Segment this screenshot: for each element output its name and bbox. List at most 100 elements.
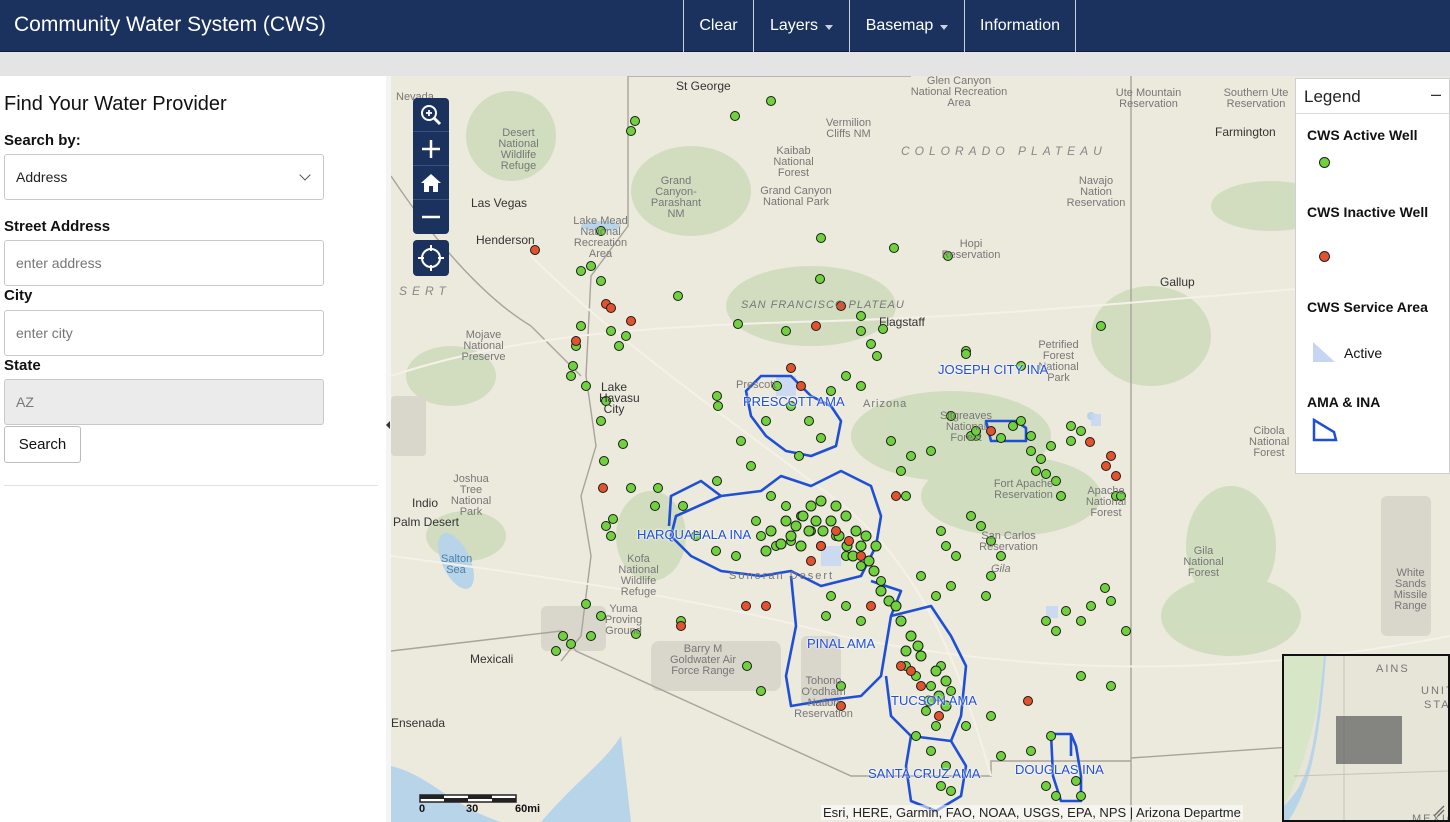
city-input[interactable]	[4, 310, 324, 356]
information-button[interactable]: Information	[965, 0, 1076, 52]
legend-service-area-label: CWS Service Area	[1307, 299, 1428, 315]
ama-label: JOSEPH CITY INA	[938, 362, 1049, 377]
overview-label: STAT	[1424, 699, 1450, 711]
main-nav: Clear Layers Basemap Information	[683, 0, 1076, 52]
map-label: Southern Ute Reservation	[1223, 87, 1289, 110]
map-label: Barry M Goldwater Air Force Range	[669, 643, 737, 677]
map-label: White Sands Missile Range	[1393, 567, 1428, 612]
legend-inactive-well-label: CWS Inactive Well	[1307, 204, 1429, 220]
map-label: Kaibab National Forest	[773, 145, 814, 179]
map-label: Gallup	[1160, 275, 1195, 289]
map-label: Prescott	[736, 379, 777, 391]
map-label: Hopi Reservation	[941, 238, 1001, 261]
legend-ama-ina-label: AMA & INA	[1307, 394, 1381, 410]
search-by-label: Search by:	[4, 132, 81, 149]
app-title: Community Water System (CWS)	[14, 13, 326, 36]
top-navbar: Community Water System (CWS) Clear Layer…	[0, 0, 1450, 52]
home-button[interactable]	[413, 166, 449, 200]
clear-label: Clear	[699, 17, 738, 34]
ama-label: DOUGLAS INA	[1015, 762, 1104, 777]
crosshair-icon	[418, 245, 444, 271]
map-label: Ensenada	[391, 716, 446, 730]
map-label: Arizona	[863, 398, 908, 410]
active-well-symbol	[1319, 157, 1330, 168]
map-label: Sitgreaves National Forest	[940, 410, 992, 444]
ama-label: HARQUAHALA INA	[637, 527, 752, 542]
map-label: Gila	[991, 563, 1011, 575]
map-label: Desert National Wildlife Refuge	[498, 127, 539, 172]
magnifier-icon	[421, 104, 442, 125]
map-label: Lake Havasu City	[599, 380, 640, 416]
legend-minimize-button[interactable]: –	[1431, 84, 1441, 105]
map-label: Farmington	[1215, 125, 1276, 139]
map-label: Tohono O'odham Nation Reservation	[794, 675, 853, 720]
ama-boundary-swatch-icon	[1312, 418, 1338, 442]
overview-label: UNIT	[1421, 685, 1448, 697]
map-label: Las Vegas	[471, 196, 528, 210]
resize-handle-icon[interactable]	[1432, 804, 1446, 818]
panel-title: Find Your Water Provider	[4, 93, 227, 115]
home-icon	[421, 173, 441, 192]
map-label: Joshua Tree National Park	[450, 473, 492, 518]
information-label: Information	[979, 17, 1061, 34]
layers-label: Layers	[769, 17, 819, 34]
overview-label: AINS	[1376, 663, 1410, 675]
map-label: Ute Mountain Reservation	[1115, 87, 1182, 110]
search-by-value: Address	[16, 169, 68, 185]
map-label: SERT	[399, 284, 451, 298]
map-label: Lake Mead National Recreation Area	[573, 215, 628, 260]
ama-label: TUCSON AMA	[891, 693, 977, 708]
basemap-label: Basemap	[865, 17, 934, 34]
map-label: SAN FRANCISCO PLATEAU	[741, 299, 905, 311]
state-label: State	[4, 357, 41, 374]
map-label: Apache National Forest	[1085, 485, 1127, 519]
map-zoom-controls	[413, 98, 449, 234]
layers-menu[interactable]: Layers	[754, 0, 850, 52]
map-label: Yuma Proving Ground	[604, 603, 643, 637]
search-button[interactable]: Search	[4, 426, 81, 463]
search-panel: Find Your Water Provider Search by: Addr…	[0, 76, 386, 822]
map-label: Gila National Forest	[1183, 545, 1224, 579]
map-label: Mexicali	[470, 652, 514, 666]
overview-map[interactable]: UNIT STAT MEXIC AINS	[1282, 654, 1450, 822]
zoom-to-extent-button[interactable]	[413, 98, 449, 132]
divider	[4, 485, 378, 486]
street-address-input[interactable]	[4, 240, 324, 286]
map-label: Cibola National Forest	[1249, 425, 1290, 459]
map-view[interactable]: St George Las Vegas Henderson Lake Havas…	[391, 76, 1450, 822]
scale-tick: 0	[419, 803, 426, 815]
map-attribution: Esri, HERE, Garmin, FAO, NOAA, USGS, EPA…	[821, 805, 1243, 820]
map-label: Fort Apache Reservation	[993, 478, 1054, 501]
map-label: St George	[676, 79, 731, 93]
map-label: Grand Canyon-Parashant NM	[650, 175, 702, 220]
caret-down-icon	[825, 24, 834, 30]
clear-button[interactable]: Clear	[684, 0, 754, 52]
street-address-label: Street Address	[4, 218, 111, 235]
map-label: Palm Desert	[393, 515, 460, 529]
map-label: Vermilion Cliffs NM	[825, 117, 872, 140]
map-label: Mojave National Preserve	[461, 329, 506, 363]
map-label: Kofa National Wildlife Refuge	[618, 553, 659, 598]
state-field: AZ	[4, 379, 324, 425]
search-by-select[interactable]: Address	[4, 154, 324, 200]
ama-label: PINAL AMA	[807, 636, 876, 651]
zoom-in-button[interactable]	[413, 132, 449, 166]
legend-panel: Legend – CWS Active Well CWS Inactive We…	[1295, 78, 1450, 474]
legend-title: Legend	[1304, 87, 1361, 106]
map-label: Salton Sea	[441, 553, 473, 576]
legend-active-well-label: CWS Active Well	[1307, 127, 1418, 143]
basemap-menu[interactable]: Basemap	[850, 0, 965, 52]
overview-basemap	[1284, 656, 1448, 820]
collapse-arrow-icon[interactable]	[386, 421, 390, 429]
overview-extent-box	[1336, 716, 1402, 764]
map-label: Indio	[412, 496, 439, 510]
legend-active-label: Active	[1344, 345, 1383, 361]
chevron-down-icon	[299, 168, 311, 181]
state-value: AZ	[16, 394, 34, 410]
ama-label: SANTA CRUZ AMA	[868, 766, 981, 781]
locate-button[interactable]	[413, 240, 449, 276]
scale-bar: 0 30 60mi	[419, 793, 540, 815]
plus-icon	[422, 139, 440, 158]
service-area-swatch-icon	[1313, 342, 1335, 362]
zoom-out-button[interactable]	[413, 200, 449, 234]
